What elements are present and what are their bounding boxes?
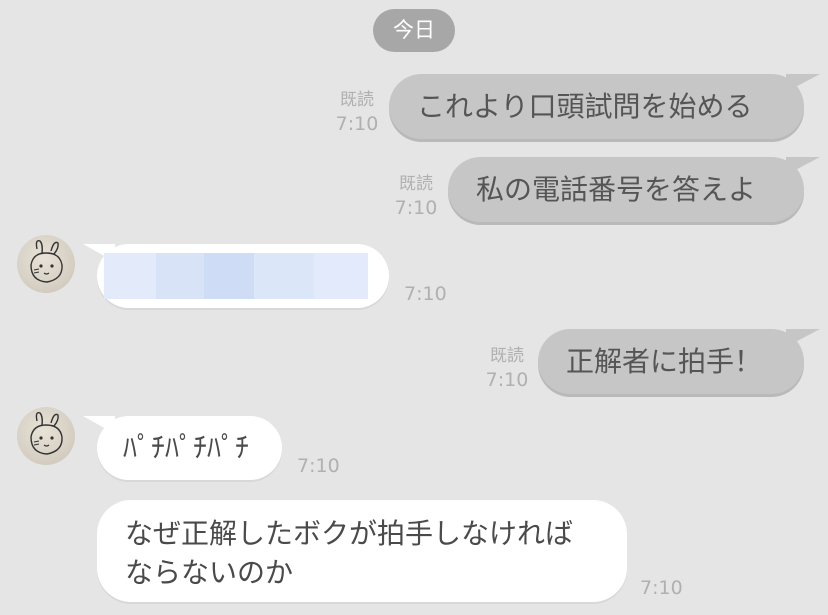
message-bubble-incoming[interactable]: ﾊﾟﾁﾊﾟﾁﾊﾟﾁ: [83, 416, 282, 480]
rabbit-icon: [30, 239, 63, 283]
redacted-content: [104, 253, 368, 299]
message-text: ﾊﾟﾁﾊﾟﾁﾊﾟﾁ: [123, 431, 250, 464]
message-text: 正解者に拍手！: [566, 345, 763, 378]
read-receipt: 既読 7:10: [334, 88, 380, 136]
message-bubble-outgoing[interactable]: 正解者に拍手！: [538, 329, 820, 394]
message-time: 7:10: [394, 197, 438, 219]
read-receipt: 既読 7:10: [484, 344, 530, 392]
bubble-tail: [83, 416, 115, 434]
message-bubble-outgoing[interactable]: 私の電話番号を答えよ: [448, 157, 820, 222]
rabbit-icon: [30, 411, 63, 455]
bubble-tail: [786, 329, 820, 347]
message-text-line: なぜ正解したボクが拍手しなければ: [125, 517, 574, 550]
message-text: 私の電話番号を答えよ: [476, 173, 757, 206]
message-text: これより口頭試問を始める: [417, 90, 753, 123]
read-label: 既読: [399, 174, 433, 194]
contact-avatar[interactable]: [17, 407, 75, 465]
read-label: 既読: [340, 90, 374, 110]
message-time: 7:10: [297, 455, 340, 477]
message-bubble-outgoing[interactable]: これより口頭試問を始める: [389, 74, 820, 139]
message-bubble-incoming[interactable]: なぜ正解したボクが拍手しなければ ならないのか: [97, 500, 627, 602]
message-text-line: ならないのか: [125, 556, 294, 589]
bubble-tail: [786, 157, 820, 175]
message-time: 7:10: [404, 283, 447, 305]
contact-avatar[interactable]: [17, 235, 75, 293]
chat-view: 今日 既読 7:10 これより口頭試問を始める 既読 7:10 私の電話番号を答…: [0, 0, 828, 615]
message-time: 7:10: [485, 369, 529, 391]
date-separator: 今日: [373, 9, 455, 52]
read-receipt: 既読 7:10: [393, 172, 439, 220]
message-time: 7:10: [640, 577, 683, 599]
read-label: 既読: [490, 346, 524, 366]
message-time: 7:10: [335, 113, 379, 135]
bubble-tail: [786, 74, 820, 92]
